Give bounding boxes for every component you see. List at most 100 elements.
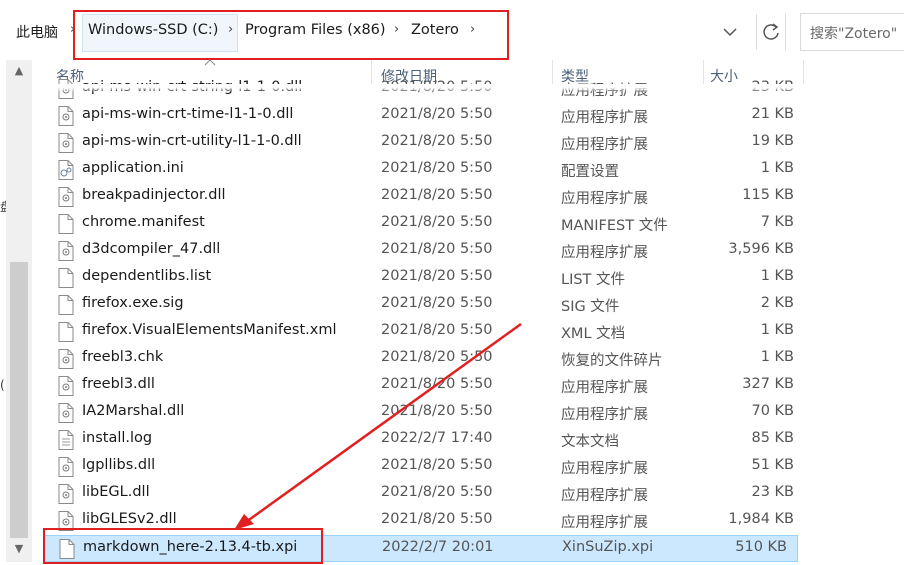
file-name: d3dcompiler_47.dll [82, 241, 221, 257]
annotation-box-address [73, 10, 509, 60]
file-size: 19 KB [751, 133, 794, 149]
file-row[interactable]: api-ms-win-crt-time-l1-1-0.dll 2021/8/20 … [44, 103, 804, 130]
dll-file-icon [58, 241, 74, 261]
file-size: 70 KB [751, 403, 794, 419]
file-type: 应用程序扩展 [561, 137, 648, 153]
file-date: 2021/8/20 5:50 [381, 457, 493, 473]
file-size: 1 KB [760, 322, 794, 338]
generic-file-icon [58, 295, 74, 315]
file-type: 配置设置 [561, 164, 619, 180]
sort-up-icon [204, 59, 216, 66]
list-top-fade [44, 84, 804, 92]
file-row[interactable]: freebl3.dll 2021/8/20 5:50 应用程序扩展 327 KB [44, 373, 804, 400]
breadcrumb-this-pc[interactable]: 此电脑 [16, 22, 58, 42]
file-type: 应用程序扩展 [561, 488, 648, 504]
file-date: 2021/8/20 5:50 [381, 322, 493, 338]
text-file-icon [58, 430, 74, 450]
file-date: 2021/8/20 5:50 [381, 133, 493, 149]
file-row[interactable]: firefox.exe.sig 2021/8/20 5:50 SIG 文件 2 KB [44, 292, 804, 319]
file-date: 2021/8/20 5:50 [381, 106, 493, 122]
file-size: 85 KB [751, 430, 794, 446]
refresh-button[interactable] [756, 14, 786, 50]
file-date: 2021/8/20 5:50 [381, 376, 493, 392]
dll-file-icon [58, 376, 74, 396]
file-name: libGLESv2.dll [82, 511, 177, 527]
generic-file-icon [58, 322, 74, 342]
nav-pane-fragment[interactable]: ( [0, 378, 5, 392]
file-size: 115 KB [742, 187, 794, 203]
file-type: 应用程序扩展 [561, 407, 648, 423]
dll-file-icon [58, 187, 74, 207]
file-name: breakpadinjector.dll [82, 187, 226, 203]
file-date: 2021/8/20 5:50 [381, 187, 493, 203]
file-name: lgpllibs.dll [82, 457, 156, 473]
file-name: api-ms-win-crt-utility-l1-1-0.dll [82, 133, 302, 149]
file-size: 1 KB [760, 349, 794, 365]
ini-file-icon [58, 160, 74, 180]
file-date: 2021/8/20 5:50 [381, 160, 493, 176]
file-name: chrome.manifest [82, 214, 205, 230]
file-size: 2 KB [760, 295, 794, 311]
file-row[interactable]: breakpadinjector.dll 2021/8/20 5:50 应用程序扩展… [44, 184, 804, 211]
file-row[interactable]: chrome.manifest 2021/8/20 5:50 MANIFEST 文件… [44, 211, 804, 238]
file-type: 恢复的文件碎片 [561, 353, 663, 369]
file-size: 1 KB [760, 268, 794, 284]
file-row[interactable]: libEGL.dll 2021/8/20 5:50 应用程序扩展 23 KB [44, 481, 804, 508]
dll-file-icon [58, 457, 74, 477]
file-type: SIG 文件 [561, 299, 620, 315]
file-size: 327 KB [742, 376, 794, 392]
file-size: 1,984 KB [728, 511, 794, 527]
file-date: 2021/8/20 5:50 [381, 403, 493, 419]
file-row[interactable]: lgpllibs.dll 2021/8/20 5:50 应用程序扩展 51 KB [44, 454, 804, 481]
file-date: 2022/2/7 17:40 [381, 430, 493, 446]
file-date: 2021/8/20 5:50 [381, 214, 493, 230]
file-type: 应用程序扩展 [561, 245, 648, 261]
file-type: 应用程序扩展 [561, 461, 648, 477]
file-row[interactable]: install.log 2022/2/7 17:40 文本文档 85 KB [44, 427, 804, 454]
file-type: XML 文档 [561, 326, 626, 342]
generic-file-icon [58, 268, 74, 288]
file-row[interactable]: freebl3.chk 2021/8/20 5:50 恢复的文件碎片 1 KB [44, 346, 804, 373]
dll-file-icon [58, 106, 74, 126]
scroll-down-icon[interactable]: ▼ [10, 542, 28, 556]
file-type: MANIFEST 文件 [561, 218, 668, 234]
file-name: freebl3.dll [82, 376, 155, 392]
file-name: libEGL.dll [82, 484, 150, 500]
file-row[interactable]: api-ms-win-crt-utility-l1-1-0.dll 2021/8/… [44, 130, 804, 157]
file-date: 2021/8/20 5:50 [381, 241, 493, 257]
file-type: 应用程序扩展 [561, 110, 648, 126]
file-type: 应用程序扩展 [561, 191, 648, 207]
file-date: 2021/8/20 5:50 [381, 295, 493, 311]
dll-file-icon [58, 403, 74, 423]
generic-file-icon [58, 214, 74, 234]
file-date: 2022/2/7 20:01 [382, 539, 494, 555]
dll-file-icon [58, 133, 74, 153]
file-type: 应用程序扩展 [561, 515, 648, 531]
file-size: 510 KB [735, 539, 787, 555]
file-date: 2021/8/20 5:50 [381, 484, 493, 500]
file-date: 2021/8/20 5:50 [381, 268, 493, 284]
file-row[interactable]: dependentlibs.list 2021/8/20 5:50 LIST 文件 1… [44, 265, 804, 292]
file-name: install.log [82, 430, 153, 446]
search-input[interactable]: 搜索"Zotero" [800, 13, 904, 51]
file-type: LIST 文件 [561, 272, 626, 288]
nav-scrollbar-thumb[interactable] [10, 262, 28, 538]
file-row[interactable]: d3dcompiler_47.dll 2021/8/20 5:50 应用程序扩展 3,… [44, 238, 804, 265]
file-size: 7 KB [760, 214, 794, 230]
file-name: dependentlibs.list [82, 268, 212, 284]
dll-file-icon [58, 349, 74, 369]
file-name: IA2Marshal.dll [82, 403, 185, 419]
file-name: firefox.exe.sig [82, 295, 184, 311]
file-date: 2021/8/20 5:50 [381, 511, 493, 527]
file-size: 23 KB [751, 484, 794, 500]
file-name: api-ms-win-crt-time-l1-1-0.dll [82, 106, 294, 122]
file-type: XinSuZip.xpi [562, 539, 654, 555]
dll-file-icon [58, 484, 74, 504]
file-row[interactable]: firefox.VisualElementsManifest.xml 2021/8… [44, 319, 804, 346]
file-row[interactable]: IA2Marshal.dll 2021/8/20 5:50 应用程序扩展 70 KB [44, 400, 804, 427]
chevron-down-icon[interactable] [718, 20, 742, 44]
refresh-icon [763, 23, 779, 40]
scroll-up-icon[interactable]: ▲ [10, 64, 28, 78]
file-row[interactable]: application.ini 2021/8/20 5:50 配置设置 1 KB [44, 157, 804, 184]
file-name: firefox.VisualElementsManifest.xml [82, 322, 337, 338]
